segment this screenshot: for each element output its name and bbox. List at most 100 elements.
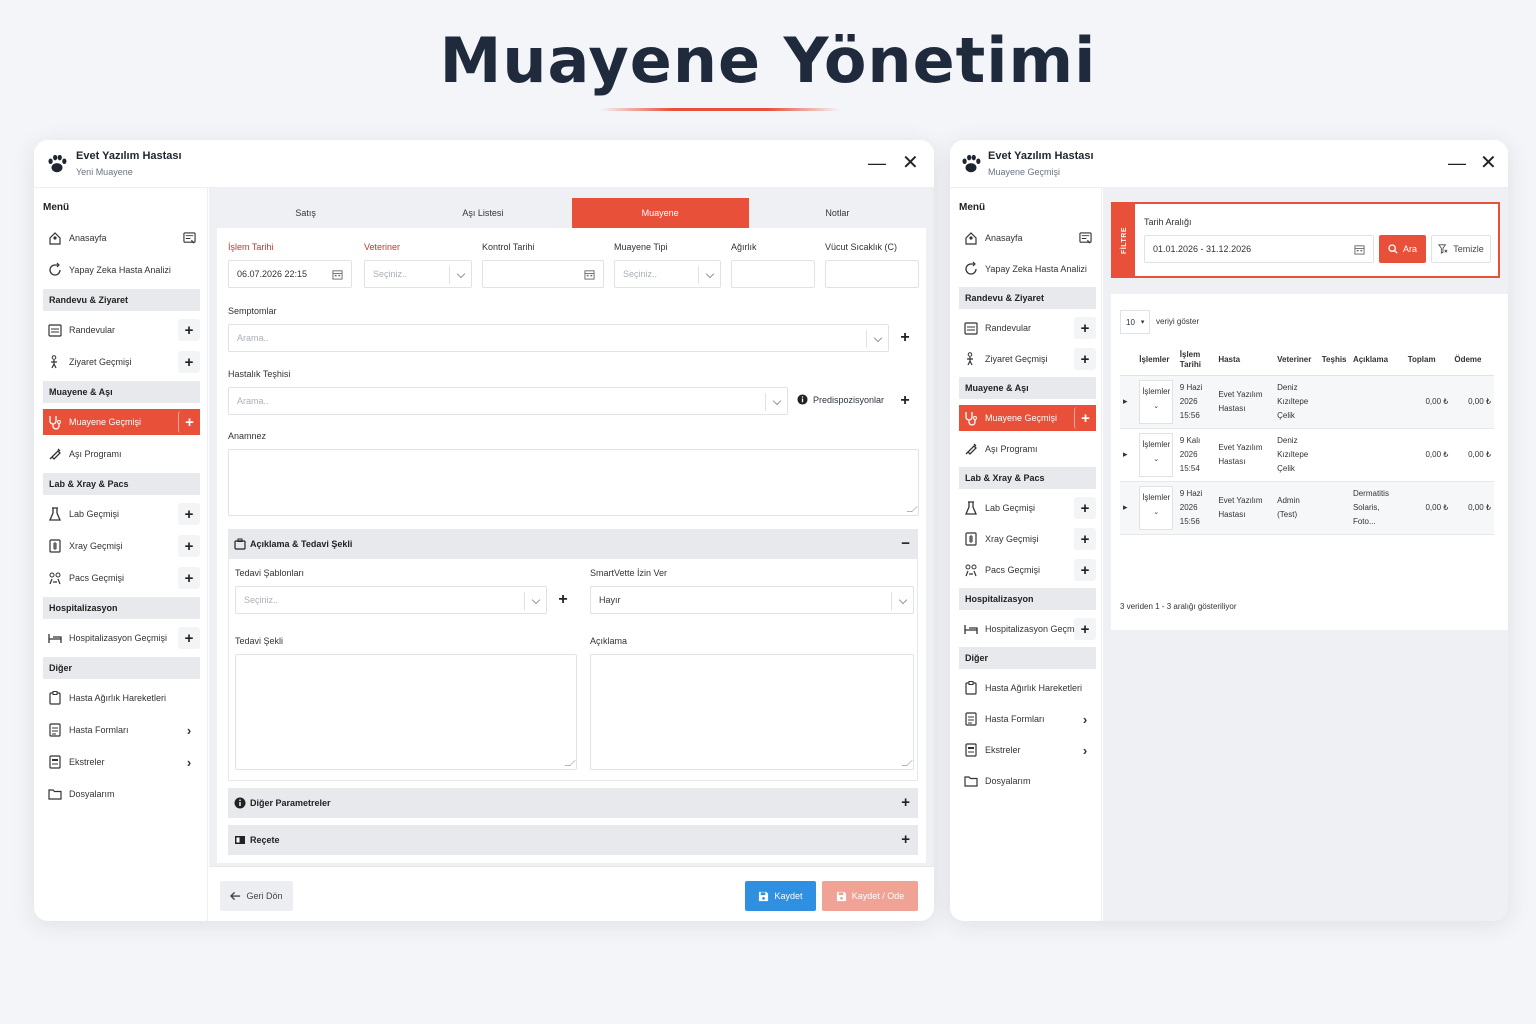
page-size-select[interactable]: 10 ▾ xyxy=(1120,310,1150,334)
expand-icon[interactable]: + xyxy=(901,794,910,811)
vucut-sicaklik-input[interactable] xyxy=(825,260,919,288)
add-icon[interactable]: + xyxy=(1074,559,1096,581)
smartvette-select[interactable]: Hayır xyxy=(590,586,914,614)
sidebar-item-hasta-formları[interactable]: Hasta Formları › xyxy=(43,717,200,743)
sidebar-item-ekstreler[interactable]: Ekstreler › xyxy=(959,737,1096,763)
sidebar-item-randevular[interactable]: Randevular + xyxy=(959,315,1096,341)
table-row[interactable]: ▸ İşlemler ⌄ 9 Kalı 2026 15:54 Evet Yazılım … xyxy=(1120,428,1494,482)
add-icon[interactable]: + xyxy=(1074,618,1096,640)
date-range-input[interactable]: 01.01.2026 - 31.12.2026 xyxy=(1144,235,1374,263)
column-header[interactable]: Hasta xyxy=(1215,346,1275,376)
dashboard-icon[interactable] xyxy=(1079,231,1092,245)
expand-icon[interactable]: + xyxy=(901,831,910,848)
tab-notlar[interactable]: Notlar xyxy=(749,198,926,228)
tedavi-sablonlari-select[interactable]: Seçiniz.. xyxy=(235,586,547,614)
sidebar-item-lab-geçmişi[interactable]: Lab Geçmişi + xyxy=(959,495,1096,521)
row-actions-dropdown[interactable]: İşlemler ⌄ xyxy=(1139,379,1174,424)
recete-section-header[interactable]: Reçete + xyxy=(228,825,918,855)
add-icon[interactable]: + xyxy=(1074,348,1096,370)
add-icon[interactable]: + xyxy=(178,567,200,589)
tab-satış[interactable]: Satış xyxy=(217,198,394,228)
add-icon[interactable]: + xyxy=(1074,497,1096,519)
muayene-tipi-select[interactable]: Seçiniz.. xyxy=(614,260,721,288)
hastalik-teshisi-search[interactable]: Arama.. xyxy=(228,387,788,415)
save-button[interactable]: Kaydet xyxy=(745,881,816,911)
sidebar-item-pacs-geçmişi[interactable]: Pacs Geçmişi + xyxy=(43,565,200,591)
sidebar-item-ziyaret-geçmişi[interactable]: Ziyaret Geçmişi + xyxy=(959,346,1096,372)
collapse-icon[interactable]: − xyxy=(901,535,910,552)
column-header[interactable]: Teşhis xyxy=(1318,346,1350,376)
sidebar-item-pacs-geçmişi[interactable]: Pacs Geçmişi + xyxy=(959,557,1096,583)
add-diagnosis-button[interactable]: + xyxy=(893,389,917,413)
back-button[interactable]: Geri Dön xyxy=(220,881,293,911)
sidebar-item-label: Ziyaret Geçmişi xyxy=(69,357,132,367)
minimize-button[interactable]: — xyxy=(1448,154,1466,172)
sidebar-item-hasta-formları[interactable]: Hasta Formları › xyxy=(959,706,1096,732)
diger-parametreler-section-header[interactable]: Diğer Parametreler + xyxy=(228,788,918,818)
add-treatment-template-button[interactable]: + xyxy=(551,588,575,612)
table-row[interactable]: ▸ İşlemler ⌄ 9 Hazi 2026 15:56 Evet Yazılım … xyxy=(1120,375,1494,429)
row-expand-icon[interactable]: ▸ xyxy=(1120,375,1137,429)
sidebar-item-hasta-ağırlık-hareketleri[interactable]: Hasta Ağırlık Hareketleri xyxy=(43,685,200,711)
aciklama-tedavi-section-header[interactable]: Açıklama & Tedavi Şekli − xyxy=(228,529,918,559)
sidebar-item-hospitalizasyon-geçmişi[interactable]: Hospitalizasyon Geçmişi + xyxy=(43,625,200,651)
predispositions-button[interactable]: Predispozisyonlar xyxy=(797,394,884,405)
add-icon[interactable]: + xyxy=(1074,528,1096,550)
add-icon[interactable]: + xyxy=(1074,407,1096,429)
sidebar-item-yapay-zeka-hasta-analizi[interactable]: Yapay Zeka Hasta Analizi xyxy=(43,257,200,283)
sidebar-item-xray-geçmişi[interactable]: Xray Geçmişi + xyxy=(43,533,200,559)
row-expand-icon[interactable]: ▸ xyxy=(1120,481,1137,535)
column-header[interactable]: İşlemler xyxy=(1136,346,1177,376)
column-header[interactable]: Toplam xyxy=(1404,346,1452,376)
aciklama-textarea[interactable] xyxy=(590,654,914,770)
sidebar-item-hospitalizasyon-geçmişi[interactable]: Hospitalizasyon Geçmişi + xyxy=(959,616,1096,642)
sidebar-item-anasayfa[interactable]: Anasayfa xyxy=(959,225,1096,251)
add-icon[interactable]: + xyxy=(178,411,200,433)
tab-muayene[interactable]: Muayene xyxy=(571,198,749,228)
tab-aşı-listesi[interactable]: Aşı Listesi xyxy=(394,198,571,228)
sidebar-item-dosyalarım[interactable]: Dosyalarım xyxy=(43,781,200,807)
sidebar-item-yapay-zeka-hasta-analizi[interactable]: Yapay Zeka Hasta Analizi xyxy=(959,256,1096,282)
clear-filter-button[interactable]: Temizle xyxy=(1431,235,1491,263)
add-icon[interactable]: + xyxy=(1074,317,1096,339)
sidebar-item-ziyaret-geçmişi[interactable]: Ziyaret Geçmişi + xyxy=(43,349,200,375)
add-icon[interactable]: + xyxy=(178,503,200,525)
save-and-pay-button[interactable]: Kaydet / Ode xyxy=(822,881,918,911)
kontrol-tarihi-input[interactable] xyxy=(482,260,604,288)
table-row[interactable]: ▸ İşlemler ⌄ 9 Hazi 2026 15:56 Evet Yazılım … xyxy=(1120,481,1494,535)
column-header[interactable]: Veteriner xyxy=(1274,346,1319,376)
dashboard-icon[interactable] xyxy=(183,231,196,245)
minimize-button[interactable]: — xyxy=(868,154,886,172)
sidebar-item-muayene-geçmişi[interactable]: Muayene Geçmişi + xyxy=(43,409,200,435)
agirlik-input[interactable] xyxy=(731,260,815,288)
search-button[interactable]: Ara xyxy=(1379,235,1426,263)
sidebar-item-dosyalarım[interactable]: Dosyalarım xyxy=(959,768,1096,794)
tedavi-sekli-textarea[interactable] xyxy=(235,654,577,770)
veteriner-select[interactable]: Seçiniz.. xyxy=(364,260,472,288)
sidebar-item-hasta-ağırlık-hareketleri[interactable]: Hasta Ağırlık Hareketleri xyxy=(959,675,1096,701)
sidebar-item-aşı-programı[interactable]: Aşı Programı xyxy=(959,436,1096,462)
column-header[interactable]: İşlem Tarihi xyxy=(1176,346,1216,376)
close-button[interactable]: ✕ xyxy=(902,153,919,173)
close-button[interactable]: ✕ xyxy=(1480,153,1497,173)
column-header[interactable]: Ödeme xyxy=(1451,346,1494,376)
sidebar-item-ekstreler[interactable]: Ekstreler › xyxy=(43,749,200,775)
add-icon[interactable]: + xyxy=(178,319,200,341)
sidebar-item-aşı-programı[interactable]: Aşı Programı xyxy=(43,441,200,467)
islem-tarihi-input[interactable]: 06.07.2026 22:15 xyxy=(228,260,352,288)
sidebar-item-anasayfa[interactable]: Anasayfa xyxy=(43,225,200,251)
add-icon[interactable]: + xyxy=(178,535,200,557)
add-icon[interactable]: + xyxy=(178,627,200,649)
add-symptom-button[interactable]: + xyxy=(893,326,917,350)
anamnez-textarea[interactable] xyxy=(228,449,919,516)
row-expand-icon[interactable]: ▸ xyxy=(1120,428,1137,482)
column-header[interactable]: Açıklama xyxy=(1349,346,1405,376)
row-actions-dropdown[interactable]: İşlemler ⌄ xyxy=(1139,485,1174,530)
sidebar-item-randevular[interactable]: Randevular + xyxy=(43,317,200,343)
sidebar-item-xray-geçmişi[interactable]: Xray Geçmişi + xyxy=(959,526,1096,552)
semptomlar-search[interactable]: Arama.. xyxy=(228,324,889,352)
sidebar-item-muayene-geçmişi[interactable]: Muayene Geçmişi + xyxy=(959,405,1096,431)
sidebar-item-lab-geçmişi[interactable]: Lab Geçmişi + xyxy=(43,501,200,527)
add-icon[interactable]: + xyxy=(178,351,200,373)
row-actions-dropdown[interactable]: İşlemler ⌄ xyxy=(1139,432,1174,477)
